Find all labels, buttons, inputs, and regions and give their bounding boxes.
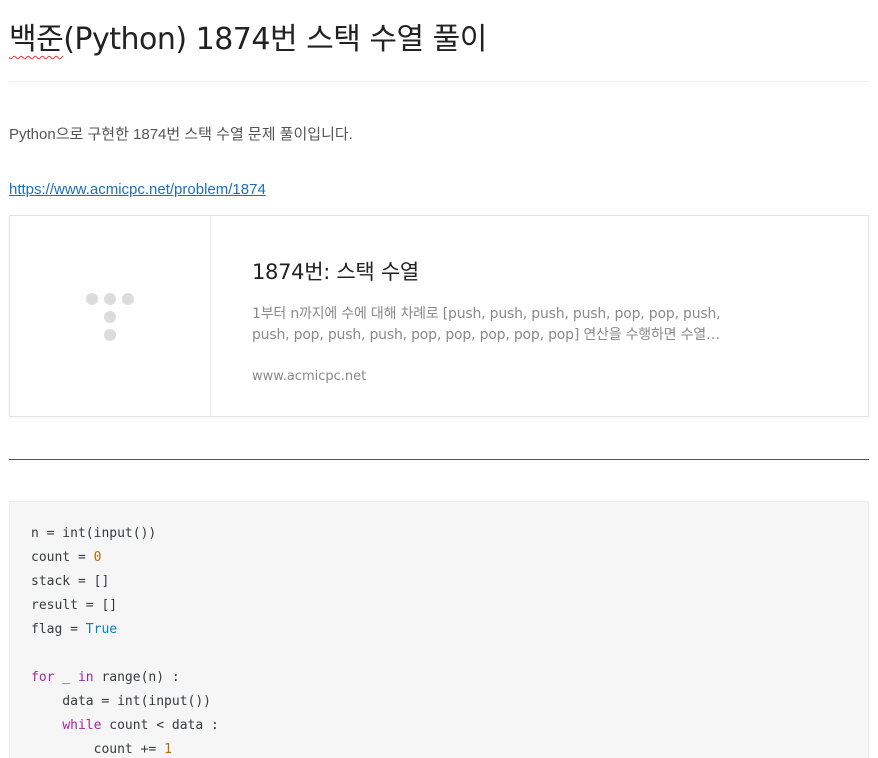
code-token: in bbox=[77, 670, 94, 685]
code-token: stack = [] bbox=[31, 574, 110, 589]
code-token: for bbox=[31, 670, 55, 685]
code-token: True bbox=[85, 622, 118, 637]
intro-text: Python으로 구현한 1874번 스택 수열 문제 풀이입니다. bbox=[9, 126, 353, 143]
code-line: stack = [] bbox=[31, 570, 868, 594]
code-line: flag = True bbox=[31, 618, 868, 642]
code-token: n = int(input()) bbox=[31, 526, 157, 541]
code-line: result = [] bbox=[31, 594, 868, 618]
code-token: data = int(input()) bbox=[31, 694, 212, 709]
title-divider bbox=[9, 81, 869, 82]
code-token: 1 bbox=[164, 742, 172, 757]
page-title: 백준(Python) 1874번 스택 수열 풀이 bbox=[9, 14, 487, 58]
problem-link[interactable]: https://www.acmicpc.net/problem/1874 bbox=[9, 181, 266, 198]
code-token: 0 bbox=[93, 550, 102, 565]
link-preview-description: 1부터 n까지에 수에 대해 차례로 [push, push, push, pu… bbox=[252, 306, 721, 343]
code-token: flag = bbox=[31, 622, 86, 637]
code-line: for _ in range(n) : bbox=[31, 666, 868, 690]
code-line: count = 0 bbox=[31, 546, 868, 570]
code-token: range(n) : bbox=[93, 670, 180, 685]
code-line: data = int(input()) bbox=[31, 690, 868, 714]
link-preview-title: 1874번: 스택 수열 bbox=[252, 260, 419, 284]
code-token: _ bbox=[54, 670, 78, 685]
link-preview-thumbnail bbox=[10, 216, 211, 416]
code-block: n = int(input()) count = 0 stack = [] resul… bbox=[9, 501, 869, 758]
code-token: count < data : bbox=[101, 718, 219, 733]
code-token: count += bbox=[31, 742, 165, 757]
code-token: result = [] bbox=[31, 598, 118, 613]
page-title-text: (Python) 1874번 스택 수열 풀이 bbox=[63, 22, 487, 57]
code-line: n = int(input()) bbox=[31, 522, 868, 546]
code-line: while count < data : bbox=[31, 714, 868, 738]
page-title-prefix: 백준 bbox=[9, 22, 64, 57]
logo-dots-icon bbox=[86, 293, 134, 341]
code-token: count = bbox=[31, 550, 94, 565]
link-preview-card[interactable]: 1874번: 스택 수열 1부터 n까지에 수에 대해 차례로 [push, p… bbox=[9, 215, 869, 417]
code-line: count += 1 bbox=[31, 738, 868, 758]
code-token: while bbox=[62, 718, 102, 733]
link-preview-host: www.acmicpc.net bbox=[252, 369, 367, 384]
section-divider bbox=[9, 459, 869, 460]
link-preview-body: 1874번: 스택 수열 1부터 n까지에 수에 대해 차례로 [push, p… bbox=[211, 216, 868, 416]
